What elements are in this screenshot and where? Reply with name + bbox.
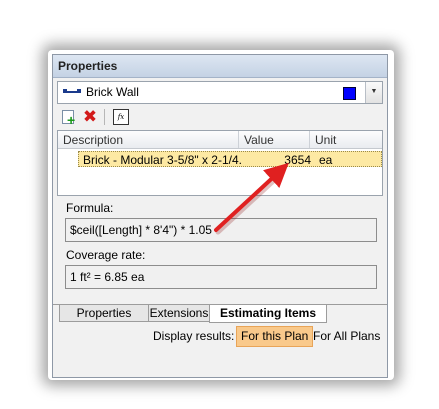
tab-properties[interactable]: Properties bbox=[59, 305, 149, 322]
chevron-down-icon[interactable]: ▼ bbox=[365, 82, 382, 103]
coverage-label: Coverage rate: bbox=[66, 248, 146, 262]
column-divider[interactable] bbox=[238, 131, 239, 148]
column-header-description[interactable]: Description bbox=[63, 133, 123, 147]
panel-title-bar: Properties bbox=[53, 55, 387, 78]
grid-header: Description Value Unit bbox=[58, 131, 382, 149]
toolbar-separator bbox=[104, 109, 105, 125]
coverage-field[interactable]: 1 ft² = 6.85 ea bbox=[65, 265, 377, 289]
delete-icon[interactable]: ✖ bbox=[81, 108, 99, 126]
object-selector[interactable]: Brick Wall ▼ bbox=[57, 81, 383, 104]
row-description: Brick - Modular 3-5/8" x 2-1/4... bbox=[83, 153, 243, 167]
properties-panel: Properties Brick Wall ▼ + ✖ fx Descripti… bbox=[52, 54, 388, 378]
plus-icon: + bbox=[67, 112, 76, 128]
coverage-value: 1 ft² = 6.85 ea bbox=[70, 270, 145, 284]
toolbar: + ✖ fx bbox=[57, 107, 381, 127]
formula-value: $ceil([Length] * 8'4") * 1.05 bbox=[70, 223, 212, 237]
add-item-icon[interactable]: + bbox=[59, 108, 77, 128]
display-results-label: Display results: bbox=[153, 329, 235, 343]
object-color-swatch bbox=[343, 87, 356, 100]
formula-field[interactable]: $ceil([Length] * 8'4") * 1.05 bbox=[65, 218, 377, 242]
column-header-unit[interactable]: Unit bbox=[315, 133, 336, 147]
column-divider[interactable] bbox=[309, 131, 310, 148]
results-option-this-plan[interactable]: For this Plan bbox=[236, 326, 314, 347]
row-value: 3654 bbox=[284, 153, 311, 167]
object-selector-label: Brick Wall bbox=[86, 85, 139, 99]
wall-line-icon bbox=[63, 89, 81, 93]
row-unit: ea bbox=[319, 153, 333, 167]
formula-label: Formula: bbox=[66, 201, 114, 215]
display-results-bar: Display results: For this Plan For All P… bbox=[53, 326, 387, 347]
formula-glyph: fx bbox=[113, 109, 129, 125]
results-option-all-plans[interactable]: For All Plans bbox=[313, 329, 380, 343]
formula-editor-icon[interactable]: fx bbox=[112, 108, 130, 126]
column-header-value[interactable]: Value bbox=[244, 133, 274, 147]
estimating-items-grid: Description Value Unit Brick - Modular 3… bbox=[57, 130, 383, 196]
tab-extensions[interactable]: Extensions bbox=[148, 305, 210, 322]
tab-estimating-items[interactable]: Estimating Items bbox=[209, 305, 327, 323]
tab-strip: Properties Extensions Estimating Items bbox=[53, 304, 387, 323]
panel-title: Properties bbox=[58, 59, 118, 73]
table-row[interactable]: Brick - Modular 3-5/8" x 2-1/4... 3654 e… bbox=[78, 151, 382, 167]
